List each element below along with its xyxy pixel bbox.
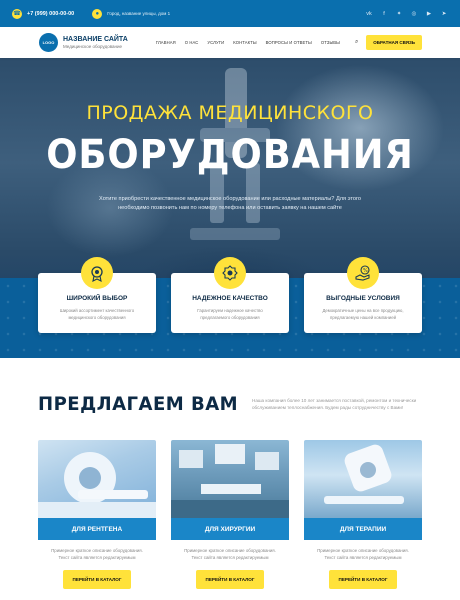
card-desc: Примерное краткое описание оборудования.… (184, 548, 276, 561)
product-card: ДЛЯ ТЕРАПИИ Примерное краткое описание о… (304, 440, 422, 590)
feature-title: НАДЕЖНОЕ КАЧЕСТВО (192, 295, 268, 302)
feature-card: ШИРОКИЙ ВЫБОР Широкий ассортимент качест… (38, 257, 156, 333)
site-name-block: НАЗВАНИЕ САЙТА Медицинское оборудование (63, 36, 128, 49)
section-title: ПРЕДЛАГАЕМ ВАМ (38, 393, 239, 415)
catalog-button[interactable]: ПЕРЕЙТИ В КАТАЛОГ (329, 570, 397, 590)
nav-item-about[interactable]: О нас (185, 40, 199, 45)
card-title[interactable]: ДЛЯ ТЕРАПИИ (304, 518, 422, 540)
svg-text:%: % (363, 268, 368, 274)
discount-hand-icon: % (347, 257, 379, 289)
youtube-icon[interactable]: ▶ (425, 11, 433, 17)
feature-desc: Демократичные цены на все продукцию, пре… (322, 308, 404, 320)
hero-title-line1: ПРОДАЖА МЕДИЦИНСКОГО (86, 102, 374, 124)
facebook-icon[interactable]: f (380, 11, 388, 17)
catalog-button[interactable]: ПЕРЕЙТИ В КАТАЛОГ (63, 570, 131, 590)
site-name: НАЗВАНИЕ САЙТА (63, 36, 128, 43)
product-card: ДЛЯ ХИРУРГИИ Примерное краткое описание … (171, 440, 289, 590)
logo[interactable]: LOGO (39, 33, 58, 52)
phone-icon: ☎ (12, 8, 22, 19)
feature-card: % ВЫГОДНЫЕ УСЛОВИЯ Демократичные цены на… (304, 257, 422, 333)
award-ribbon-icon (214, 257, 246, 289)
hero-section: ПРОДАЖА МЕДИЦИНСКОГО ОБОРУДОВАНИЯ Хотите… (0, 58, 460, 358)
catalog-button[interactable]: ПЕРЕЙТИ В КАТАЛОГ (196, 570, 264, 590)
site-subtitle: Медицинское оборудование (63, 44, 123, 49)
nav-item-services[interactable]: Услуги (207, 40, 224, 45)
top-bar: ☎ +7 (999) 000-00-00 ● Город, название у… (0, 0, 460, 27)
odnoklassniki-icon[interactable]: ◎ (410, 11, 418, 17)
site-header: LOGO НАЗВАНИЕ САЙТА Медицинское оборудов… (0, 27, 460, 58)
card-desc: Примерное краткое описание оборудования.… (51, 548, 143, 561)
therapy-machine-image[interactable] (304, 440, 422, 518)
xray-machine-image[interactable] (38, 440, 156, 518)
twitter-icon[interactable]: ✦ (395, 11, 403, 17)
surgery-room-image[interactable] (171, 440, 289, 518)
social-links: vk f ✦ ◎ ▶ ➤ (365, 11, 448, 17)
card-desc: Примерное краткое описание оборудования.… (317, 548, 409, 561)
feature-title: ВЫГОДНЫЕ УСЛОВИЯ (326, 295, 400, 302)
card-title[interactable]: ДЛЯ РЕНТГЕНА (38, 518, 156, 540)
vk-icon[interactable]: vk (365, 11, 373, 17)
medal-icon (81, 257, 113, 289)
feedback-button[interactable]: Обратная связь (366, 35, 422, 50)
card-title[interactable]: ДЛЯ ХИРУРГИИ (171, 518, 289, 540)
feature-desc: Гарантируем надежное качество предлагаем… (197, 308, 263, 320)
nav-item-contacts[interactable]: Контакты (233, 40, 256, 45)
product-card: ДЛЯ РЕНТГЕНА Примерное краткое описание … (38, 440, 156, 590)
feature-title: ШИРОКИЙ ВЫБОР (66, 295, 128, 302)
main-nav: Главная О нас Услуги Контакты Вопросы и … (156, 40, 340, 45)
nav-item-home[interactable]: Главная (156, 40, 176, 45)
hero-title-line2: ОБОРУДОВАНИЯ (46, 132, 414, 178)
feature-desc: Широкий ассортимент качественного медици… (59, 308, 135, 320)
phone-link[interactable]: +7 (999) 000-00-00 (27, 11, 74, 17)
search-icon[interactable]: ⌕ (355, 39, 358, 46)
section-description: Наша компания более 10 лет занимается по… (252, 398, 417, 411)
feature-card: НАДЕЖНОЕ КАЧЕСТВО Гарантируем надежное к… (171, 257, 289, 333)
nav-item-reviews[interactable]: Отзывы (321, 40, 340, 45)
address-text: Город, название улицы, дом 1 (107, 11, 171, 16)
nav-item-faq[interactable]: Вопросы и ответы (266, 40, 312, 45)
telegram-icon[interactable]: ➤ (440, 11, 448, 17)
hero-paragraph: Хотите приобрести качественное медицинск… (99, 196, 361, 211)
location-pin-icon: ● (92, 8, 103, 19)
